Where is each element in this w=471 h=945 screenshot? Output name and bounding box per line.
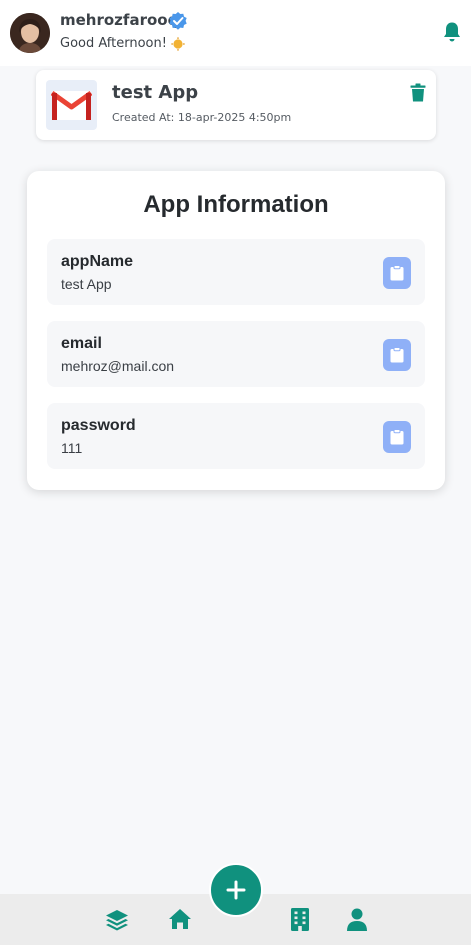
trash-icon[interactable] bbox=[410, 83, 426, 102]
app-information-panel: App Information appName test App email m… bbox=[27, 171, 445, 490]
field-label: password bbox=[61, 417, 136, 434]
info-row-password: password 111 bbox=[47, 403, 425, 469]
verified-badge-icon bbox=[169, 12, 187, 30]
field-label: email bbox=[61, 335, 102, 352]
greeting-text: Good Afternoon! bbox=[60, 36, 167, 51]
gmail-logo bbox=[46, 80, 97, 130]
building-icon[interactable] bbox=[288, 907, 312, 931]
header: mehrozfarooq Good Afternoon! bbox=[0, 0, 471, 66]
copy-appname-button[interactable] bbox=[383, 257, 411, 289]
clipboard-icon bbox=[390, 265, 404, 281]
avatar[interactable] bbox=[10, 13, 50, 53]
clipboard-icon bbox=[390, 347, 404, 363]
app-name: test App bbox=[112, 82, 199, 103]
info-row-appname: appName test App bbox=[47, 239, 425, 305]
copy-password-button[interactable] bbox=[383, 421, 411, 453]
info-row-email: email mehroz@mail.con bbox=[47, 321, 425, 387]
field-value: test App bbox=[61, 276, 112, 292]
bell-icon[interactable] bbox=[442, 21, 462, 43]
sun-icon bbox=[171, 37, 185, 51]
app-created-date: Created At: 18-apr-2025 4:50pm bbox=[112, 111, 292, 124]
copy-email-button[interactable] bbox=[383, 339, 411, 371]
field-value: 111 bbox=[61, 440, 83, 456]
app-screen: mehrozfarooq Good Afternoon! test App Cr… bbox=[0, 0, 471, 945]
clipboard-icon bbox=[390, 429, 404, 445]
home-icon[interactable] bbox=[168, 907, 192, 931]
profile-icon[interactable] bbox=[345, 907, 369, 931]
field-value: mehroz@mail.con bbox=[61, 358, 175, 374]
layers-icon[interactable] bbox=[105, 908, 129, 932]
field-label: appName bbox=[61, 253, 134, 270]
panel-title: App Information bbox=[143, 191, 329, 218]
add-button[interactable] bbox=[209, 863, 263, 917]
add-icon bbox=[226, 880, 246, 900]
app-card[interactable]: test App Created At: 18-apr-2025 4:50pm bbox=[36, 70, 436, 140]
avatar-image bbox=[10, 13, 50, 53]
username: mehrozfarooq bbox=[60, 11, 179, 29]
